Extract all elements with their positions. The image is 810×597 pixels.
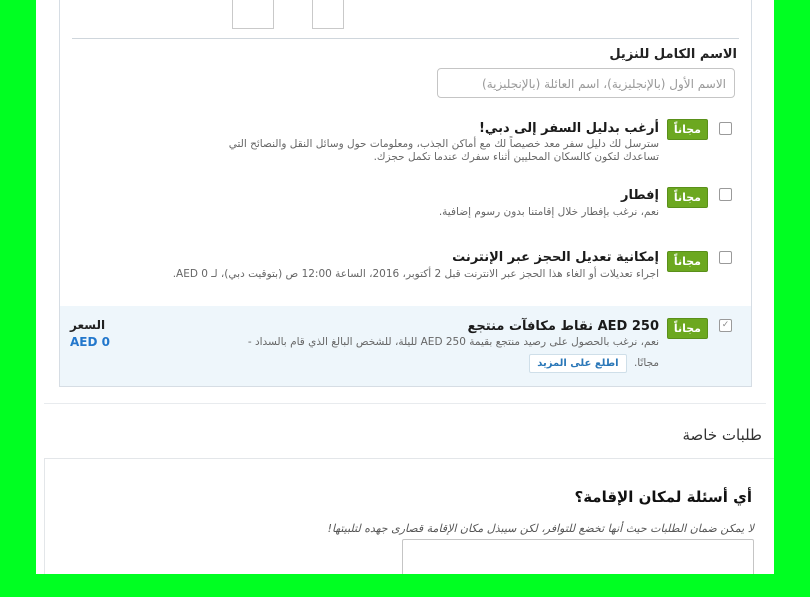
guest-name-label: الاسم الكامل للنزيل [609,47,737,62]
guest-name-section: الاسم الكامل للنزيل الاسم الأول (بالإنجل… [60,38,751,109]
option-travel-guide: مجاناً أرغب بدليل السفر إلى دبي! سترسل ل… [60,108,751,176]
option-resort-credit: ✓ مجاناً AED 250 نقاط مكافآت منتجع نعم، … [60,306,751,386]
resort-credit-checkbox[interactable]: ✓ [719,319,732,332]
booking-options-panel: الاسم الكامل للنزيل الاسم الأول (بالإنجل… [59,0,752,387]
free-badge: مجاناً [666,187,708,208]
special-requests-panel: أي أسئلة لمكان الإقامة؟ لا يمكن ضمان الط… [44,458,774,574]
see-more-button[interactable]: اطلع على المزيد [529,354,627,373]
option-description-text: نعم، نرغب بالحصول على رصيد منتجع بقيمة A… [247,336,659,348]
special-requests-textarea[interactable] [402,539,754,574]
guest-select-box[interactable] [312,0,344,29]
free-badge: مجاناً [666,318,708,339]
guest-name-input[interactable]: الاسم الأول (بالإنجليزية)، اسم العائلة (… [437,68,735,98]
option-title: إمكانية تعديل الحجز عبر الإنترنت [452,250,659,265]
option-description: سترسل لك دليل سفر معد خصيصاً لك مع أماكن… [228,138,659,163]
property-question-title: أي أسئلة لمكان الإقامة؟ [574,488,753,506]
option-online-modification: مجاناً إمكانية تعديل الحجز عبر الإنترنت … [60,238,751,307]
option-description: نعم، نرغب بالحصول على رصيد منتجع بقيمة A… [189,336,659,373]
option-description: اجراء تعديلات أو الغاء هذا الحجز عبر الا… [172,268,659,280]
option-title: إفطار [621,188,659,203]
option-suffix: مجانًا. [633,357,659,369]
previous-section-strip [72,0,739,39]
price-value: AED 0 [70,335,110,349]
free-badge: مجاناً [666,251,708,272]
option-title: أرغب بدليل السفر إلى دبي! [478,121,659,136]
booking-page: الاسم الكامل للنزيل الاسم الأول (بالإنجل… [36,0,774,574]
online-modification-checkbox[interactable] [719,251,732,264]
requests-note: لا يمكن ضمان الطلبات حيث أنها تخضع للتوا… [327,522,754,535]
date-select-box[interactable] [232,0,274,29]
special-requests-title: طلبات خاصة [682,426,762,444]
option-description: نعم، نرغب بإفطار خلال إقامتنا بدون رسوم … [438,206,659,218]
free-badge: مجاناً [666,119,708,140]
section-divider [44,403,766,404]
option-title: AED 250 نقاط مكافآت منتجع [467,319,659,334]
breakfast-checkbox[interactable] [719,188,732,201]
travel-guide-checkbox[interactable] [719,122,732,135]
option-breakfast: مجاناً إفطار نعم، نرغب بإفطار خلال إقامت… [60,175,751,239]
price-label: السعر [70,318,106,332]
